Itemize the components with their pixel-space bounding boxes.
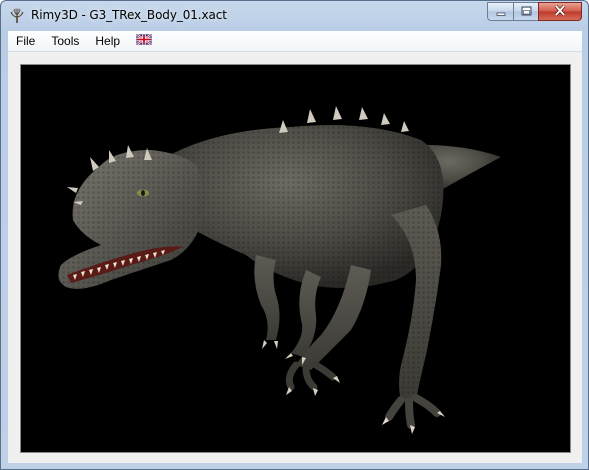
menu-bar: File Tools Help — [8, 31, 582, 52]
title-bar[interactable]: Rimy3D - G3_TRex_Body_01.xact — [1, 1, 588, 30]
close-button[interactable] — [538, 2, 582, 21]
close-icon — [554, 4, 566, 19]
minimize-button[interactable] — [487, 2, 513, 21]
3d-viewport[interactable] — [20, 64, 571, 453]
maximize-button[interactable] — [513, 2, 538, 21]
menu-file[interactable]: File — [8, 31, 43, 52]
minimize-icon — [496, 5, 506, 19]
language-menu[interactable] — [130, 31, 158, 52]
menu-tools[interactable]: Tools — [43, 31, 87, 52]
t-rex-model — [58, 106, 501, 434]
app-window: Rimy3D - G3_TRex_Body_01.xact File Tools — [0, 0, 589, 470]
window-title: Rimy3D - G3_TRex_Body_01.xact — [31, 8, 227, 22]
uk-flag-icon — [135, 33, 153, 48]
client-area — [8, 52, 582, 463]
tree-icon[interactable] — [9, 8, 25, 24]
maximize-icon — [521, 5, 532, 19]
caption-buttons — [487, 2, 582, 21]
menu-help[interactable]: Help — [87, 31, 128, 52]
